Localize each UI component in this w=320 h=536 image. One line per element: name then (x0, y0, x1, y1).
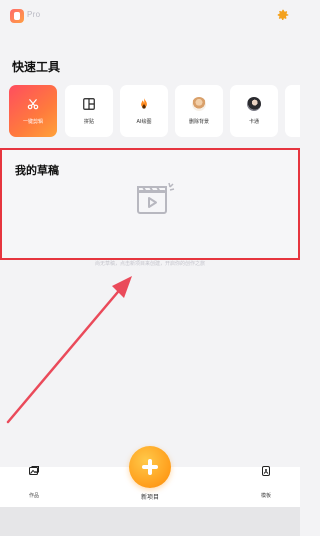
tool-one-click-edit[interactable]: 一键剪辑 (9, 85, 57, 137)
app-screen: Pro 快速工具 一键剪辑 拼贴 AI绘图 删除背景 卡通 我的草稿 尚无草稿，… (0, 0, 300, 536)
nav-templates[interactable]: 模板 (246, 466, 286, 507)
tool-collage[interactable]: 拼贴 (65, 85, 113, 137)
quick-tools-row[interactable]: 一键剪辑 拼贴 AI绘图 删除背景 卡通 (9, 85, 300, 137)
template-icon (262, 466, 270, 476)
top-bar: Pro (0, 0, 300, 34)
new-project-button[interactable] (129, 446, 171, 488)
film-clapper-icon (137, 182, 175, 214)
tool-remove-background[interactable]: 删除背景 (175, 85, 223, 137)
gear-icon[interactable] (276, 8, 290, 22)
tool-label: AI绘图 (136, 119, 152, 125)
quick-tools-title: 快速工具 (12, 60, 61, 74)
tool-label: 卡通 (248, 119, 259, 125)
drafts-empty-hint: 尚无草稿，点击新项目来创建，开启你的创作之旅 (94, 261, 205, 267)
tool-more-partial[interactable] (285, 85, 300, 137)
avatar-icon (247, 97, 261, 111)
plus-icon-vertical (148, 459, 152, 475)
nav-works-label: 作品 (28, 493, 39, 499)
nav-templates-label: 模板 (260, 493, 271, 499)
scissors-icon (27, 98, 39, 110)
brand-label: Pro (27, 10, 41, 19)
gallery-icon (29, 466, 39, 475)
portrait-icon (192, 97, 206, 111)
tool-label: 一键剪辑 (22, 119, 43, 125)
drafts-title: 我的草稿 (15, 164, 59, 177)
tool-label: 删除背景 (188, 119, 209, 125)
nav-works[interactable]: 作品 (14, 466, 54, 507)
annotation-arrow (6, 276, 132, 424)
drafts-section: 我的草稿 尚无草稿，点击新项目来创建，开启你的创作之旅 (0, 148, 300, 267)
new-project-label: 新项目 (140, 494, 159, 501)
fire-icon (141, 98, 147, 109)
system-nav-area (0, 507, 300, 536)
layout-icon (83, 98, 95, 110)
app-logo-icon (10, 9, 24, 23)
tool-label: 拼贴 (83, 119, 94, 125)
tool-cartoon[interactable]: 卡通 (230, 85, 278, 137)
tool-ai-draw[interactable]: AI绘图 (120, 85, 168, 137)
